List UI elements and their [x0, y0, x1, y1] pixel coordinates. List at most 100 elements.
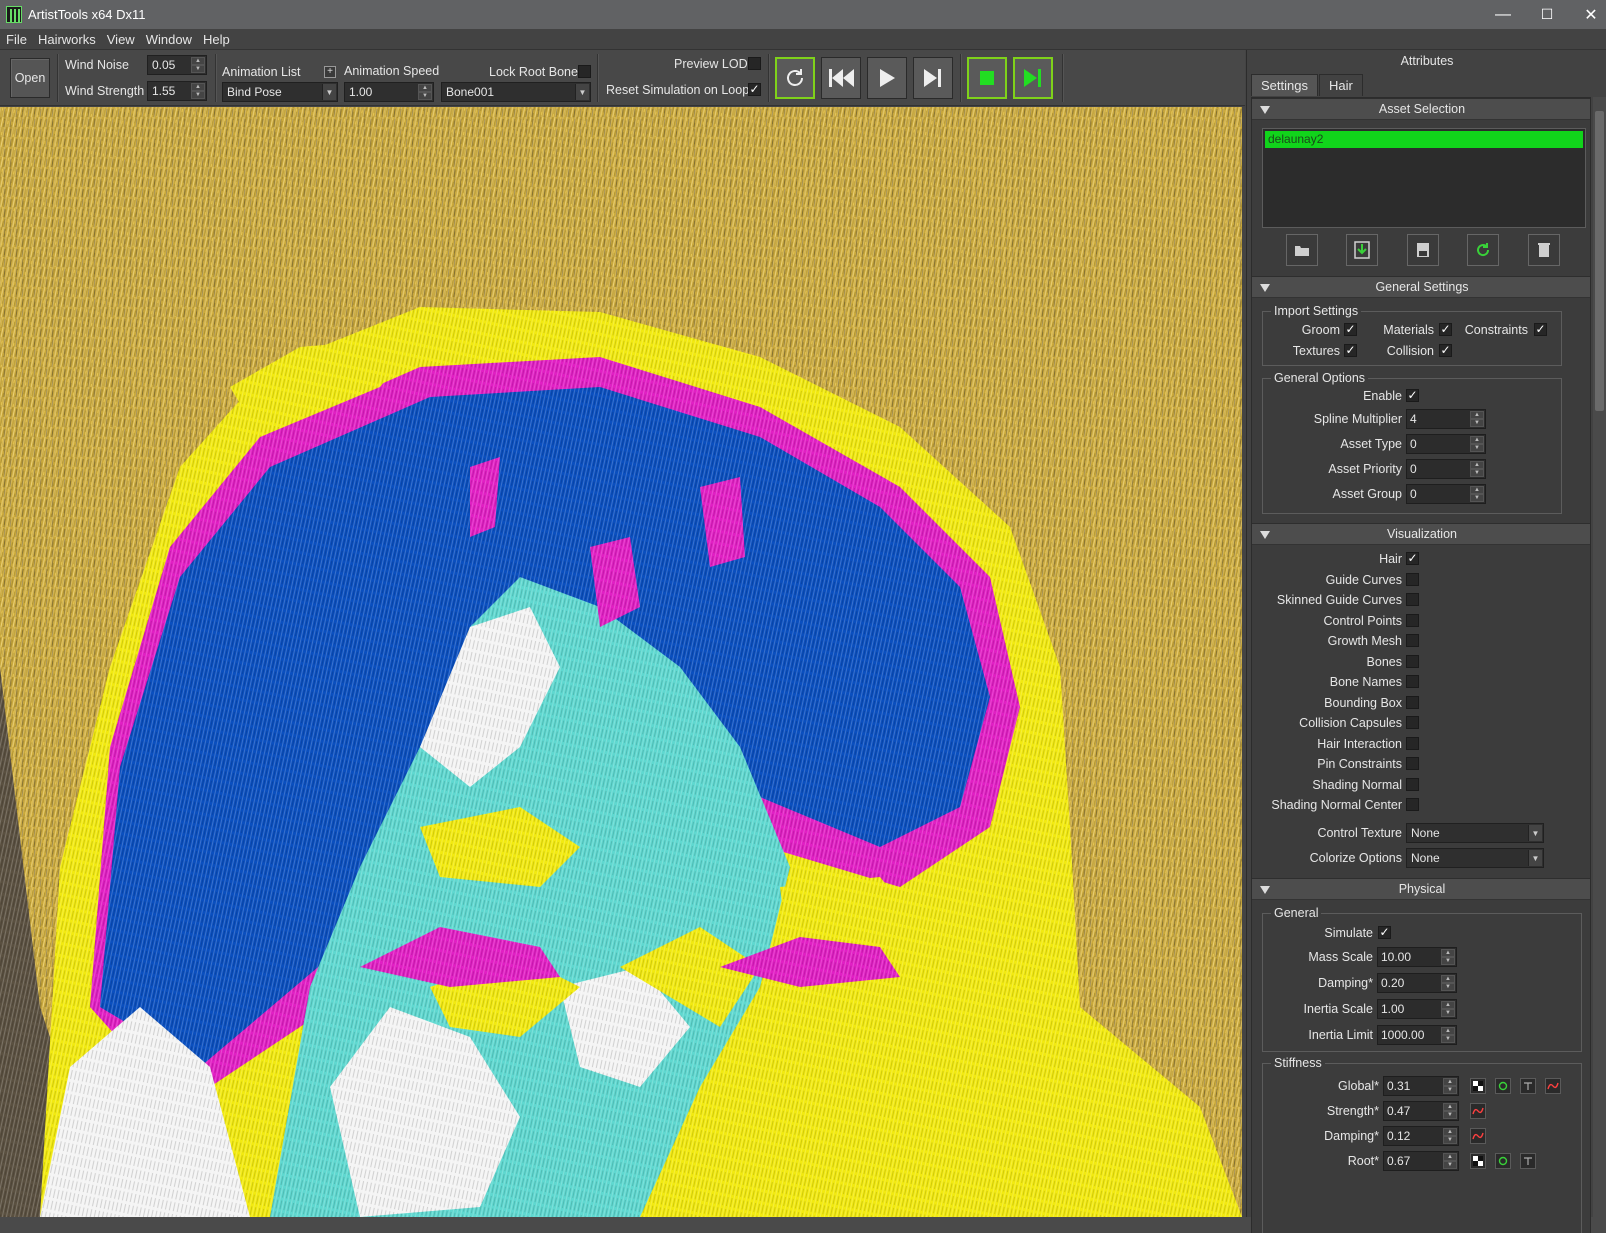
wind-strength-field[interactable]: 1.55 ▲ ▼	[147, 81, 207, 101]
asset-priority-field[interactable]: 0 ▲ ▼	[1406, 459, 1486, 479]
menu-help[interactable]: Help	[197, 32, 235, 47]
import-button[interactable]	[1346, 234, 1378, 266]
bone-select[interactable]: Bone001 ▼	[441, 82, 591, 102]
animation-speed-field[interactable]: 1.00 ▲ ▼	[344, 82, 434, 102]
minimize-button[interactable]: —	[1480, 0, 1526, 29]
visualization-header[interactable]: Visualization	[1252, 523, 1590, 545]
add-animation-button[interactable]: +	[324, 66, 336, 78]
mass-scale-field[interactable]: 10.00 ▲ ▼	[1377, 947, 1457, 967]
attributes-scroll-area[interactable]: Asset Selection delaunay2 General Settin…	[1251, 97, 1591, 1233]
strength-field[interactable]: 0.47 ▲ ▼	[1383, 1101, 1459, 1121]
materials-checkbox[interactable]: ✓	[1439, 323, 1452, 336]
spin-arrows-icon[interactable]: ▲ ▼	[1443, 1078, 1457, 1094]
loop-button[interactable]	[775, 57, 815, 99]
visualization-checkbox[interactable]	[1406, 593, 1419, 606]
menu-window[interactable]: Window	[140, 32, 197, 47]
spin-arrows-icon[interactable]: ▲ ▼	[1443, 1153, 1457, 1169]
spin-arrows-icon[interactable]: ▲ ▼	[191, 83, 205, 99]
collision-checkbox[interactable]: ✓	[1439, 344, 1452, 357]
root-field[interactable]: 0.67 ▲ ▼	[1383, 1151, 1459, 1171]
control-texture-select[interactable]: None ▼	[1406, 823, 1544, 843]
vertical-scrollbar[interactable]	[1593, 97, 1606, 1233]
visualization-checkbox[interactable]	[1406, 736, 1419, 750]
inertia-scale-field[interactable]: 1.00 ▲ ▼	[1377, 999, 1457, 1019]
tab-hair[interactable]: Hair	[1319, 74, 1363, 96]
spin-arrows-icon[interactable]: ▲ ▼	[1441, 949, 1455, 965]
damping-field[interactable]: 0.20 ▲ ▼	[1377, 973, 1457, 993]
save-button[interactable]	[1407, 234, 1439, 266]
enable-checkbox[interactable]: ✓	[1406, 389, 1419, 402]
window-title: ArtistTools x64 Dx11	[28, 7, 146, 22]
filter-icon[interactable]	[1520, 1153, 1536, 1169]
menu-hairworks[interactable]: Hairworks	[32, 32, 101, 47]
lock-root-bone-checkbox[interactable]	[578, 65, 591, 78]
open-button[interactable]: Open	[10, 58, 50, 98]
visualization-checkbox[interactable]	[1406, 777, 1419, 791]
wind-noise-field[interactable]: 0.05 ▲ ▼	[147, 55, 207, 75]
constraints-checkbox[interactable]: ✓	[1534, 323, 1547, 336]
asset-group-field[interactable]: 0 ▲ ▼	[1406, 484, 1486, 504]
visualization-checkbox[interactable]	[1406, 675, 1419, 688]
spin-arrows-icon[interactable]: ▲ ▼	[418, 84, 432, 100]
visualization-checkbox[interactable]	[1406, 695, 1419, 709]
spin-arrows-icon[interactable]: ▲ ▼	[1441, 1027, 1455, 1043]
texture-checker-icon[interactable]	[1470, 1153, 1486, 1169]
inertia-limit-field[interactable]: 1000.00 ▲ ▼	[1377, 1025, 1457, 1045]
animation-list-select[interactable]: Bind Pose ▼	[222, 82, 338, 102]
spin-arrows-icon[interactable]: ▲ ▼	[1470, 461, 1484, 477]
asset-type-field[interactable]: 0 ▲ ▼	[1406, 434, 1486, 454]
spin-arrows-icon[interactable]: ▲ ▼	[1443, 1128, 1457, 1144]
menu-file[interactable]: File	[0, 32, 32, 47]
spin-arrows-icon[interactable]: ▲ ▼	[1441, 1001, 1455, 1017]
spin-arrows-icon[interactable]: ▲ ▼	[191, 57, 205, 73]
play-button[interactable]	[867, 57, 907, 99]
spin-arrows-icon[interactable]: ▲ ▼	[1441, 975, 1455, 991]
rewind-button[interactable]	[821, 57, 861, 99]
curve-icon[interactable]	[1470, 1103, 1486, 1119]
reload-button[interactable]	[1467, 234, 1499, 266]
play-to-end-button[interactable]	[1013, 57, 1053, 99]
list-item[interactable]: delaunay2	[1265, 131, 1583, 148]
general-settings-header[interactable]: General Settings	[1252, 276, 1590, 298]
stiffness-damping-field[interactable]: 0.12 ▲ ▼	[1383, 1126, 1459, 1146]
spin-arrows-icon[interactable]: ▲ ▼	[1470, 436, 1484, 452]
spin-arrows-icon[interactable]: ▲ ▼	[1443, 1103, 1457, 1119]
3d-viewport[interactable]	[0, 107, 1242, 1217]
step-forward-button[interactable]	[913, 57, 953, 99]
close-button[interactable]: ✕	[1568, 0, 1606, 29]
physical-header[interactable]: Physical	[1252, 878, 1590, 900]
delete-button[interactable]	[1528, 234, 1560, 266]
spline-multiplier-field[interactable]: 4 ▲ ▼	[1406, 409, 1486, 429]
colorize-options-select[interactable]: None ▼	[1406, 848, 1544, 868]
groom-checkbox[interactable]: ✓	[1344, 323, 1357, 336]
tab-settings[interactable]: Settings	[1251, 74, 1318, 96]
filter-icon[interactable]	[1520, 1078, 1536, 1094]
reset-simulation-checkbox[interactable]: ✓	[748, 83, 761, 96]
visualization-checkbox[interactable]	[1406, 613, 1419, 627]
preview-lod-checkbox[interactable]	[748, 57, 761, 70]
visualization-checkbox[interactable]	[1406, 572, 1419, 586]
visualization-checkbox[interactable]	[1406, 654, 1419, 668]
spin-arrows-icon[interactable]: ▲ ▼	[1470, 486, 1484, 502]
curve-icon[interactable]	[1470, 1128, 1486, 1144]
visualization-checkbox[interactable]	[1406, 798, 1419, 811]
stop-button[interactable]	[967, 57, 1007, 99]
texture-channel-icon[interactable]	[1495, 1078, 1511, 1094]
asset-selection-header[interactable]: Asset Selection	[1252, 98, 1590, 120]
visualization-checkbox[interactable]	[1406, 634, 1419, 647]
open-folder-button[interactable]	[1286, 234, 1318, 266]
textures-checkbox[interactable]: ✓	[1344, 344, 1357, 357]
texture-checker-icon[interactable]	[1470, 1078, 1486, 1094]
global-stiffness-field[interactable]: 0.31 ▲ ▼	[1383, 1076, 1459, 1096]
maximize-button[interactable]: ☐	[1524, 0, 1570, 29]
scrollbar-thumb[interactable]	[1595, 111, 1604, 411]
curve-icon[interactable]	[1545, 1078, 1561, 1094]
simulate-checkbox[interactable]: ✓	[1378, 926, 1391, 939]
menu-view[interactable]: View	[101, 32, 140, 47]
visualization-checkbox[interactable]	[1406, 716, 1419, 729]
texture-channel-icon[interactable]	[1495, 1153, 1511, 1169]
spin-arrows-icon[interactable]: ▲ ▼	[1470, 411, 1484, 427]
visualization-checkbox[interactable]	[1406, 757, 1419, 770]
asset-list[interactable]: delaunay2	[1262, 128, 1586, 228]
visualization-checkbox[interactable]: ✓	[1406, 552, 1419, 565]
